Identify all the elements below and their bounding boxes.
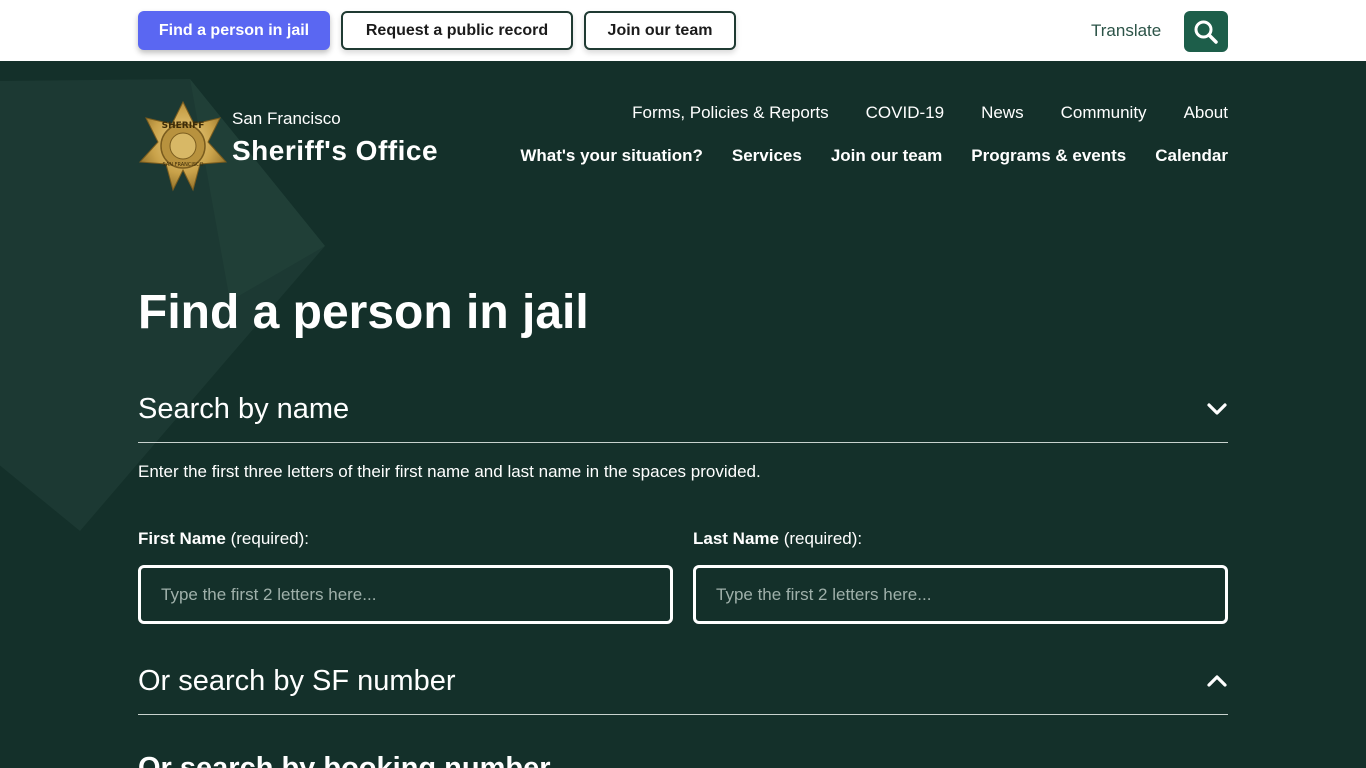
search-icon	[1194, 20, 1218, 44]
nav-community[interactable]: Community	[1061, 103, 1147, 123]
search-by-sf-number-heading: Or search by SF number	[138, 665, 456, 697]
chevron-down-icon	[1207, 403, 1227, 415]
search-by-name-heading: Search by name	[138, 393, 350, 425]
search-button[interactable]	[1184, 11, 1228, 52]
nav-news[interactable]: News	[981, 103, 1024, 123]
nav-programs-events[interactable]: Programs & events	[971, 146, 1126, 166]
find-person-in-jail-button[interactable]: Find a person in jail	[138, 11, 330, 50]
nav-about[interactable]: About	[1184, 103, 1228, 123]
logo-office-name[interactable]: Sheriff's Office	[232, 135, 438, 167]
chevron-up-icon	[1207, 675, 1227, 687]
nav-services[interactable]: Services	[732, 146, 802, 166]
logo-city-name[interactable]: San Francisco	[232, 109, 341, 129]
last-name-label: Last Name (required):	[693, 529, 863, 548]
translate-link[interactable]: Translate	[1091, 21, 1161, 41]
svg-text:SHERIFF: SHERIFF	[162, 121, 205, 131]
svg-text:SAN FRANCISCO: SAN FRANCISCO	[163, 162, 204, 168]
nav-join-our-team[interactable]: Join our team	[831, 146, 942, 166]
nav-whats-your-situation[interactable]: What's your situation?	[520, 146, 703, 166]
utility-bar: Find a person in jail Request a public r…	[0, 0, 1366, 61]
nav-forms-policies-reports[interactable]: Forms, Policies & Reports	[632, 103, 829, 123]
primary-nav: What's your situation? Services Join our…	[520, 146, 1228, 166]
sheriff-badge-logo[interactable]: SHERIFF SAN FRANCISCO	[138, 100, 228, 197]
page-title: Find a person in jail	[138, 286, 589, 339]
search-by-sf-number-accordion[interactable]: Or search by SF number	[138, 665, 1228, 715]
last-name-input[interactable]	[693, 565, 1228, 624]
first-name-label: First Name (required):	[138, 529, 310, 548]
join-our-team-button[interactable]: Join our team	[584, 11, 736, 50]
nav-covid-19[interactable]: COVID-19	[866, 103, 944, 123]
search-instructions: Enter the first three letters of their f…	[138, 462, 761, 481]
search-by-name-accordion[interactable]: Search by name	[138, 393, 1228, 443]
search-by-booking-number-heading[interactable]: Or search by booking number	[138, 752, 551, 768]
nav-calendar[interactable]: Calendar	[1155, 146, 1228, 166]
first-name-input[interactable]	[138, 565, 673, 624]
secondary-nav: Forms, Policies & Reports COVID-19 News …	[632, 103, 1228, 123]
request-public-record-button[interactable]: Request a public record	[341, 11, 573, 50]
